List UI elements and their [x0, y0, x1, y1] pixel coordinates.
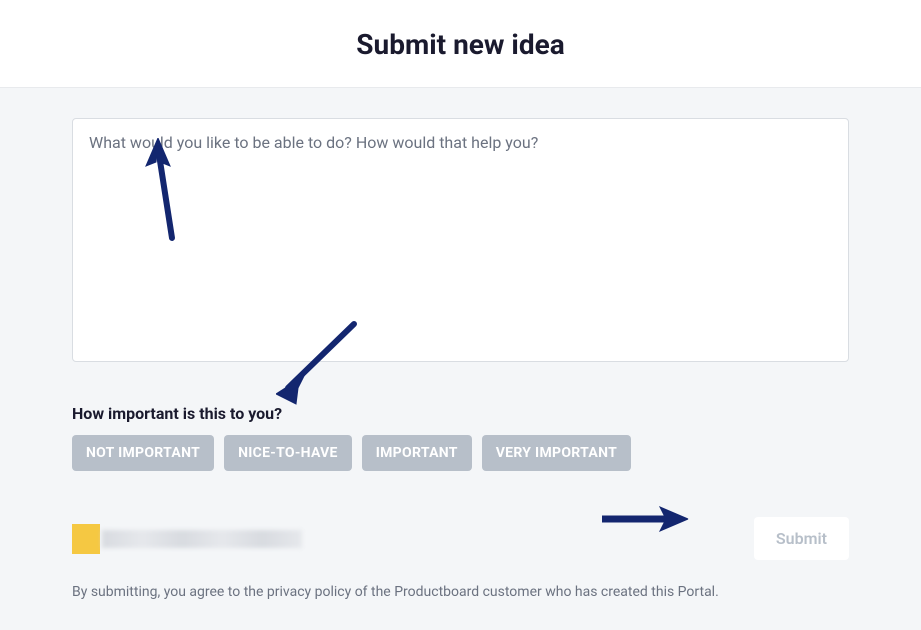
- importance-nice-to-have-button[interactable]: NICE-TO-HAVE: [224, 435, 352, 471]
- submit-button[interactable]: Submit: [754, 517, 849, 560]
- modal-title: Submit new idea: [0, 28, 921, 61]
- importance-button-group: NOT IMPORTANT NICE-TO-HAVE IMPORTANT VER…: [72, 435, 849, 471]
- privacy-disclaimer: By submitting, you agree to the privacy …: [72, 584, 849, 600]
- footer-row: Submit: [72, 517, 849, 560]
- importance-important-button[interactable]: IMPORTANT: [362, 435, 472, 471]
- importance-label: How important is this to you?: [72, 404, 849, 423]
- importance-very-important-button[interactable]: VERY IMPORTANT: [482, 435, 631, 471]
- redacted-text: [102, 530, 302, 548]
- importance-not-important-button[interactable]: NOT IMPORTANT: [72, 435, 214, 471]
- modal-content: How important is this to you? NOT IMPORT…: [0, 88, 921, 630]
- redacted-icon: [72, 524, 100, 554]
- idea-description-input[interactable]: [72, 118, 849, 362]
- modal-header: Submit new idea: [0, 0, 921, 88]
- redacted-attribution: [72, 524, 302, 554]
